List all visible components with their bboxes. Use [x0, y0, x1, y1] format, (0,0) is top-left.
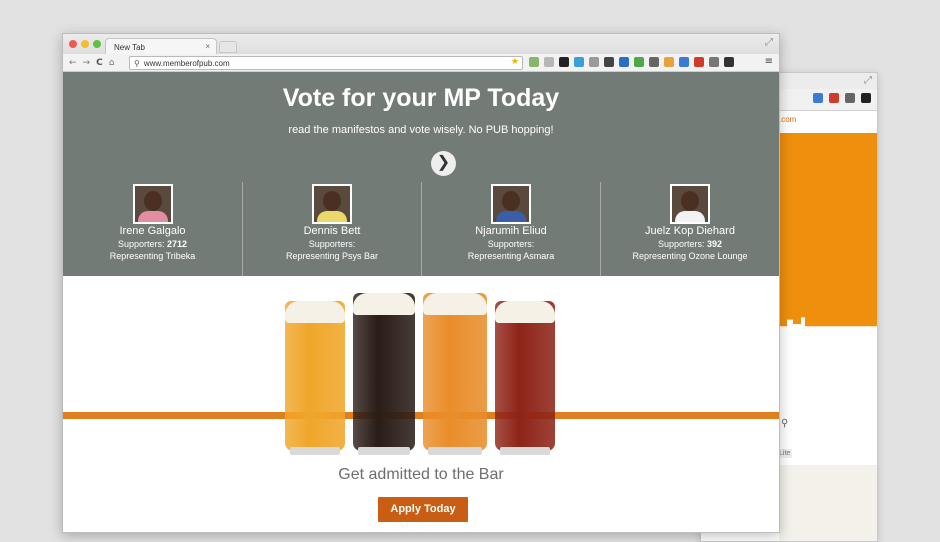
background-page-label: .com [779, 115, 797, 124]
cta-text: Get admitted to the Bar [338, 466, 504, 483]
supporters-line: Supporters: [308, 239, 356, 249]
supporters-line: Supporters: 392 [657, 239, 723, 249]
candidate-name: Njarumih Eliud [475, 225, 547, 237]
supporters-count: 2712 [167, 239, 188, 249]
new-tab-button[interactable] [219, 41, 237, 53]
window-controls [69, 40, 101, 48]
page-subtitle: read the manifestos and vote wisely. No … [288, 124, 554, 136]
candidate-card[interactable]: Irene Galgalo Supporters: 2712 Represent… [63, 182, 242, 276]
extension-icon[interactable] [724, 57, 734, 67]
beer-glass [495, 301, 555, 455]
extension-icon[interactable] [813, 93, 823, 103]
extension-icon[interactable] [861, 93, 871, 103]
beer-glass [353, 293, 415, 455]
extension-icon[interactable] [604, 57, 614, 67]
candidate-card[interactable]: Juelz Kop Diehard Supporters: 392 Repres… [600, 182, 779, 276]
beer-glass [423, 293, 487, 455]
representing-line: Representing Asmara [467, 251, 555, 261]
extension-icon[interactable] [559, 57, 569, 67]
address-bar-url: www.memberofpub.com [143, 59, 230, 68]
extension-icon[interactable] [574, 57, 584, 67]
background-extension-icons [813, 93, 871, 103]
representing-line: Representing Ozone Lounge [632, 251, 748, 261]
beer-glasses-image [281, 290, 563, 455]
home-icon[interactable]: ⌂ [109, 58, 115, 68]
representing-line: Representing Tribeka [109, 251, 196, 261]
extension-icon[interactable] [679, 57, 689, 67]
candidate-card[interactable]: Dennis Bett Supporters: Representing Psy… [242, 182, 421, 276]
tab-title: New Tab [114, 43, 145, 52]
candidate-name: Dennis Bett [303, 225, 361, 237]
apply-today-button[interactable]: Apply Today [378, 497, 468, 522]
extension-icon[interactable] [619, 57, 629, 67]
background-orange-banner [779, 133, 877, 333]
page-title: Vote for your MP Today [282, 84, 560, 112]
extension-icons [529, 57, 734, 67]
extension-icon[interactable] [845, 93, 855, 103]
extension-icon[interactable] [649, 57, 659, 67]
hero-section: Vote for your MP Today read the manifest… [63, 72, 779, 276]
avatar [132, 184, 173, 224]
fullscreen-icon[interactable]: ⤢ [864, 75, 872, 86]
close-window-button[interactable] [69, 40, 77, 48]
avatar [491, 184, 531, 224]
bookmark-star-icon[interactable]: ★ [511, 57, 519, 67]
menu-icon[interactable]: ≡ [765, 56, 773, 67]
supporters-line: Supporters: 2712 [117, 239, 188, 249]
avatar [312, 184, 352, 224]
candidate-list: Irene Galgalo Supporters: 2712 Represent… [63, 182, 779, 276]
back-icon[interactable]: ← [69, 58, 77, 68]
maximize-window-button[interactable] [93, 40, 101, 48]
candidate-name: Juelz Kop Diehard [645, 225, 735, 237]
tab-new-tab[interactable]: New Tab × [105, 38, 217, 54]
supporters-count: 392 [707, 239, 723, 249]
extension-icon[interactable] [529, 57, 539, 67]
fullscreen-icon[interactable]: ⤢ [765, 37, 773, 48]
extension-icon[interactable] [544, 57, 554, 67]
candidate-name: Irene Galgalo [119, 225, 186, 237]
extension-icon[interactable] [589, 57, 599, 67]
avatar [670, 184, 710, 224]
candidate-card[interactable]: Njarumih Eliud Supporters: Representing … [421, 182, 600, 276]
browser-window: New Tab × ⤢ ← → C ⌂ ⚲ www.memberofpub.co… [62, 33, 780, 533]
reload-icon[interactable]: C [96, 58, 103, 68]
background-map [779, 465, 877, 541]
close-tab-icon[interactable]: × [205, 42, 210, 51]
extension-icon[interactable] [634, 57, 644, 67]
minimize-window-button[interactable] [81, 40, 89, 48]
next-arrow-button[interactable]: ❯ [431, 151, 456, 176]
beer-glass [285, 301, 345, 455]
extension-icon[interactable] [664, 57, 674, 67]
extension-icon[interactable] [829, 93, 839, 103]
representing-line: Representing Psys Bar [285, 251, 379, 261]
titlebar: New Tab × ⤢ [63, 34, 779, 54]
address-bar[interactable]: ⚲ www.memberofpub.com ★ [129, 56, 523, 70]
supporters-line: Supporters: [487, 239, 535, 249]
forward-icon[interactable]: → [83, 58, 91, 68]
browser-toolbar: ← → C ⌂ ⚲ www.memberofpub.com ★ ≡ [63, 54, 779, 72]
search-icon[interactable]: ⚲ [781, 418, 788, 429]
extension-icon[interactable] [694, 57, 704, 67]
extension-icon[interactable] [709, 57, 719, 67]
search-icon: ⚲ [134, 59, 140, 68]
chevron-right-icon: ❯ [436, 154, 451, 171]
